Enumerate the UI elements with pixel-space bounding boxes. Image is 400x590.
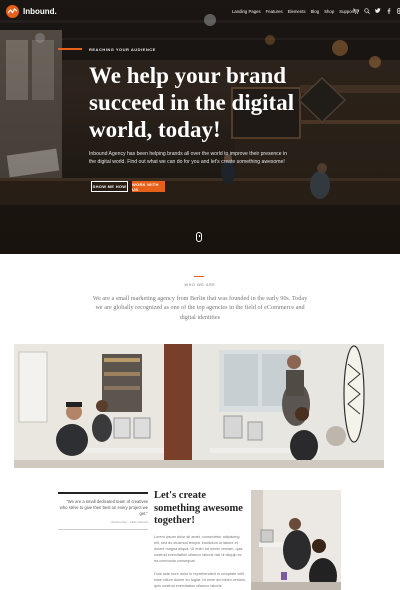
nav-item-elements[interactable]: Elements <box>288 9 306 14</box>
kicker-accent-line <box>58 48 82 50</box>
quote-bottom-rule <box>58 529 148 530</box>
workspace-photo <box>251 490 341 590</box>
scroll-down-icon[interactable] <box>196 232 202 242</box>
hero-lead: Inbound Agency has been helping brands a… <box>89 151 287 165</box>
search-icon[interactable] <box>364 8 370 16</box>
facebook-icon[interactable] <box>386 8 392 16</box>
cart-icon[interactable] <box>353 8 360 16</box>
nav-icons <box>353 8 400 16</box>
main-menu: Landing Pages Features Elements Blog Sho… <box>232 9 354 14</box>
hero-headline: We help your brand succeed in the digita… <box>89 63 295 142</box>
hero-kicker: REACHING YOUR AUDIENCE <box>89 47 156 52</box>
logo-mark-icon <box>6 5 19 18</box>
who-we-are-text: We are a small marketing agency from Ber… <box>92 295 308 321</box>
nav-item-shop[interactable]: Shop <box>324 9 334 14</box>
who-we-are-label: WHO WE ARE <box>184 283 216 287</box>
quote-author: Jessica Doe - CEO Inbound <box>110 520 148 524</box>
brand-logo[interactable]: Inbound. <box>6 5 57 18</box>
nav-item-landing-pages[interactable]: Landing Pages <box>232 9 261 14</box>
show-me-how-button[interactable]: SHOW ME HOW <box>91 181 128 192</box>
create-paragraph-2: Duis aute irure dolor in reprehenderit i… <box>154 572 247 588</box>
nav-item-features[interactable]: Features <box>266 9 283 14</box>
team-office-photo <box>14 344 384 468</box>
top-navbar: Inbound. Landing Pages Features Elements… <box>0 0 400 24</box>
who-accent-line <box>194 276 204 277</box>
create-heading: Let's create something awesome together! <box>154 490 243 526</box>
team-quote: "We are a small dedicated team of creati… <box>59 499 148 516</box>
create-paragraph-1: Lorem ipsum dolor sit amet, consectetur … <box>154 535 243 563</box>
quote-top-rule <box>58 492 148 494</box>
hero-section: Inbound. Landing Pages Features Elements… <box>0 0 400 254</box>
brand-name: Inbound. <box>23 7 57 16</box>
work-with-us-button[interactable]: WORK WITH US <box>132 181 165 192</box>
nav-item-blog[interactable]: Blog <box>311 9 320 14</box>
twitter-icon[interactable] <box>375 8 381 16</box>
